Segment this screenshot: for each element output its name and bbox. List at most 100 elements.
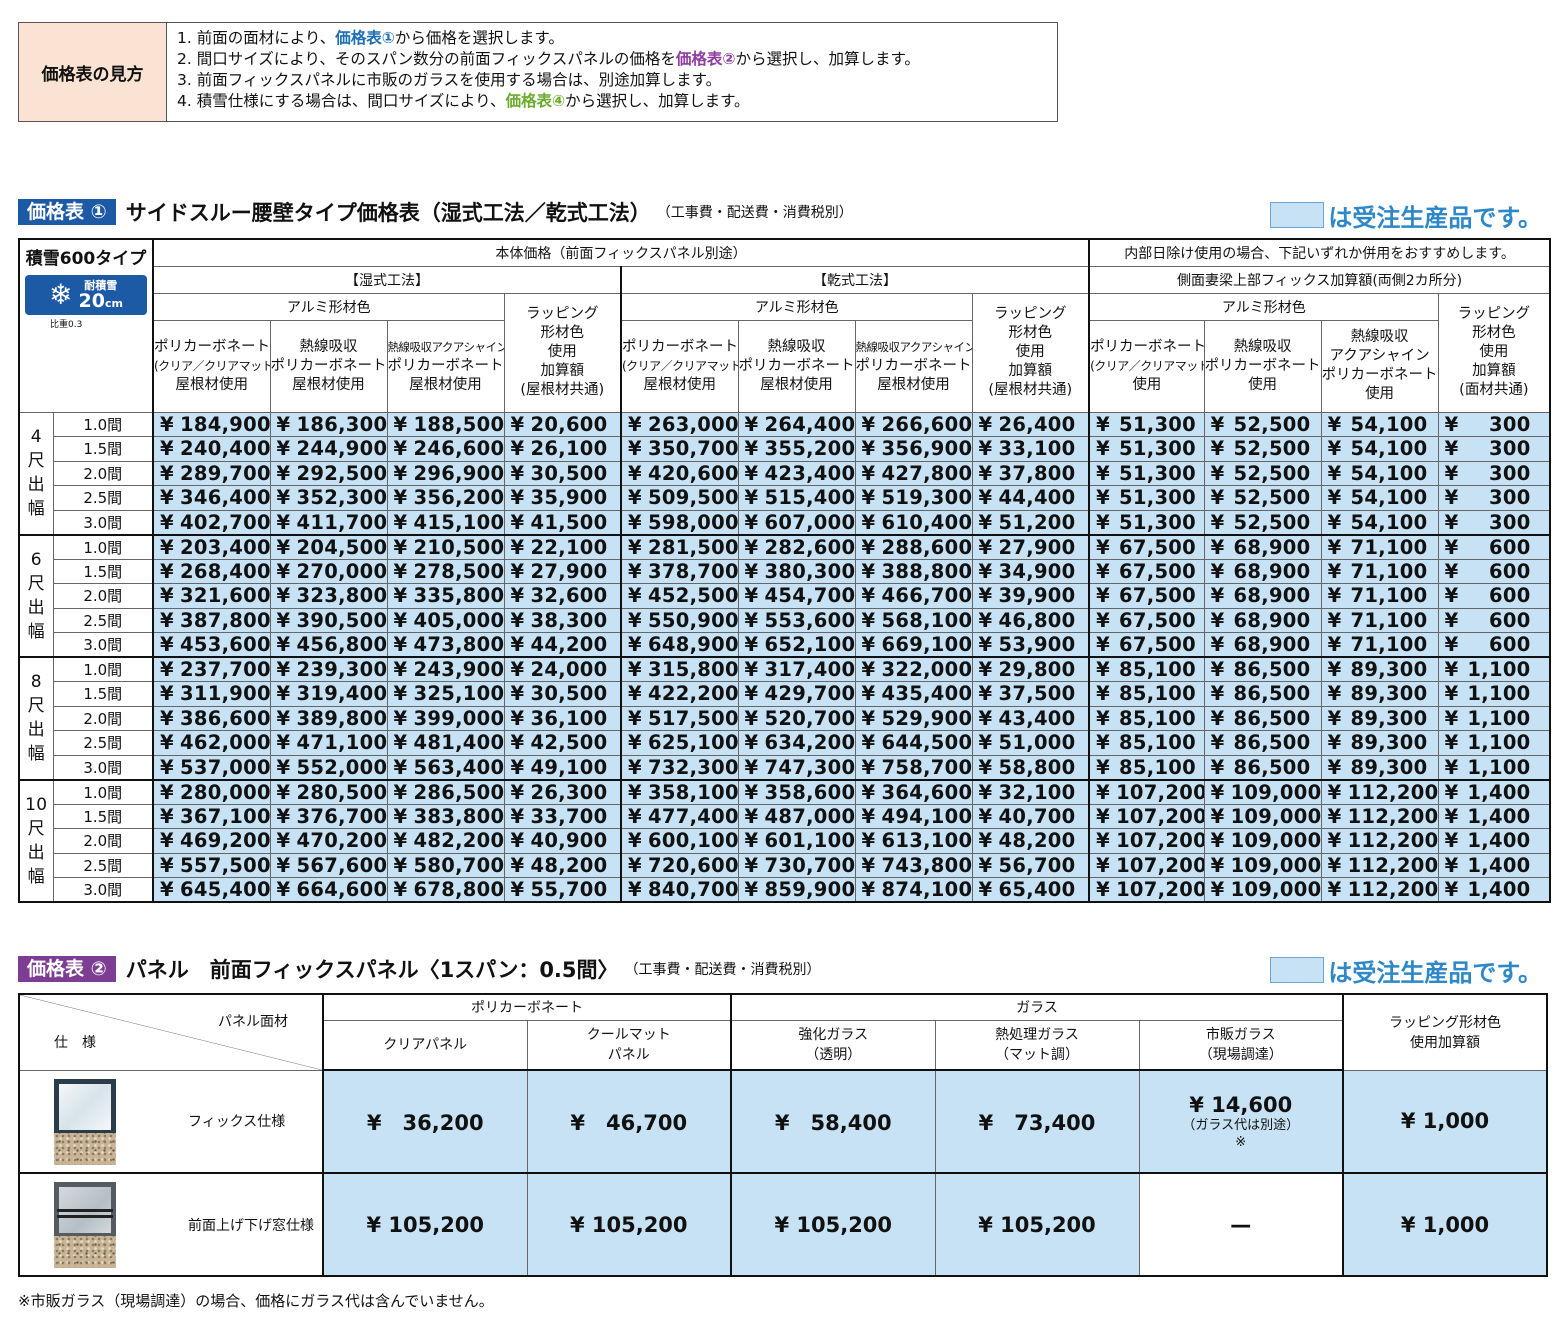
order-note-2: は受注生産品です。 [1270,955,1542,987]
price-value: 1,400 [1467,829,1531,853]
price-cell: ¥41,500 [503,509,622,536]
price-value: 86,500 [1233,731,1311,755]
price-value: 51,300 [1119,461,1197,485]
price-value: 600 [1488,535,1531,559]
price-table-1: 積雪600タイプ ❄ 耐積雪 20cm 比重0.3 本体価格（前面フィックスパネ… [18,238,1552,903]
span-size: 2.5間 [52,730,154,756]
price-cell: ¥355,200 [737,436,856,462]
price-cell: ¥68,900 [1203,583,1322,609]
yen-sign: ¥ [393,853,408,877]
price-cell: ¥49,100 [503,754,622,781]
yen-sign: ¥ [1096,584,1110,608]
price-cell: ¥56,700 [971,852,1091,878]
price-value: 51,000 [998,731,1076,755]
corner-spec: 仕 様 [54,1034,96,1051]
yen-sign: ¥ [1096,437,1110,461]
price-cell: ¥68,900 [1203,534,1322,560]
yen-sign: ¥ [861,461,876,485]
yen-sign: ¥ [1096,829,1110,853]
price-cell: ¥24,000 [503,656,622,682]
price-cell: ¥37,800 [971,460,1091,486]
price-value: 107,200 [1116,804,1205,828]
price-value: 89,300 [1350,731,1428,755]
price-value: 553,600 [764,608,855,632]
price-value: 85,100 [1119,755,1197,779]
yen-sign: ¥ [744,461,759,485]
price-cell: ¥399,000 [386,705,505,731]
price-cell: ¥732,300 [620,754,739,781]
price-cell: ¥466,700 [854,583,973,609]
price-cell: ¥364,600 [854,779,973,805]
price-cell: ¥296,900 [386,460,505,486]
price-cell: ¥563,400 [386,754,505,781]
spec-cell-window: 前面上げ下げ窓仕様 [18,1172,324,1277]
guide-body: 1. 前面の面材により、価格表①から価格を選択します。 2. 間口サイズにより、… [167,23,1057,121]
price-cell: ¥1,100 [1437,754,1551,781]
price-value: 54,100 [1350,412,1428,436]
price-value: 487,000 [764,804,855,828]
span-size: 1.5間 [52,558,154,584]
price-value: 466,700 [881,584,972,608]
price-cell: ¥289,700 [152,460,271,486]
price-cell: ¥494,100 [854,803,973,829]
price-cell: ¥367,100 [152,803,271,829]
yen-sign: ¥ [1096,559,1110,583]
yen-sign: ¥ [1210,853,1225,877]
yen-sign: ¥ [393,486,408,510]
price-row: 3.0間 ¥645,400 ¥664,600 ¥678,800 ¥55,700 ¥840,… [19,877,1551,903]
price-value: 71,100 [1350,633,1428,656]
price-value: 625,100 [648,731,738,755]
yen-sign: ¥ [1327,853,1342,877]
yen-sign: ¥ [160,608,174,632]
fix-panel-icon [54,1078,116,1165]
price-row: 2.5間 ¥462,000 ¥471,100 ¥481,400 ¥42,500 ¥625,… [19,730,1551,756]
yen-sign: ¥ [393,878,408,901]
price-value: 380,300 [764,559,855,583]
price-value: 85,100 [1119,706,1197,730]
price-value: 477,400 [648,804,738,828]
price-value: 22,100 [530,535,608,559]
table2-corner: パネル面材 仕 様 [18,993,324,1071]
price-value: 67,500 [1119,535,1197,559]
table2-row-fix: フィックス仕様 ¥ 36,200 ¥ 46,700 ¥ 58,400 ¥ 73,… [18,1069,1548,1174]
price-value: 1,100 [1467,731,1531,755]
price-cell: ¥625,100 [620,730,739,756]
price-cell: ¥34,900 [971,558,1091,584]
price-cell: ¥48,200 [971,828,1091,854]
price-cell: ¥266,600 [854,411,973,437]
yen-sign: ¥ [744,510,759,534]
price-cell: ¥109,000 [1203,877,1322,903]
price-cell: ¥600 [1437,607,1551,633]
yen-sign: ¥ [1327,780,1342,804]
price-value: 350,700 [648,437,738,461]
span-size: 1.5間 [52,681,154,707]
price-value: 109,000 [1230,853,1322,877]
yen-sign: ¥ [276,559,291,583]
price-value: 601,100 [764,829,855,853]
yen-sign: ¥ [1096,804,1110,828]
price-value: 51,300 [1119,412,1197,436]
price-value: 422,200 [648,682,738,706]
span-size: 1.0間 [52,534,154,560]
price-cell: ¥519,300 [854,485,973,511]
price-value: 54,100 [1350,437,1428,461]
price-cell: ¥68,900 [1203,632,1322,658]
price-value: 112,200 [1347,780,1439,804]
price-value: 30,500 [530,461,608,485]
price-cell: ¥840,700 [620,877,739,903]
price-row: 1.5間 ¥367,100 ¥376,700 ¥383,800 ¥33,700 ¥477,… [19,803,1551,829]
glass-separate-note: （ガラス代は別途） [1182,1117,1300,1133]
header-alumi-dry: アルミ形材色 [620,292,973,321]
price-cell: ¥453,600 [152,632,271,658]
price-value: 389,800 [296,706,387,730]
price-cell: ¥580,700 [386,852,505,878]
price-value: 268,400 [180,559,270,583]
price-value: 243,900 [413,658,504,681]
price-value: 346,400 [180,486,270,510]
header-side-pc-heat: 熱線吸収 ポリカーボネート 使用 [1203,319,1322,413]
price-cell: ¥54,100 [1320,509,1439,536]
price-cell: ¥644,500 [854,730,973,756]
yen-sign: ¥ [1444,486,1459,510]
price-value: 36,100 [530,706,608,730]
yen-sign: ¥ [1096,731,1110,755]
